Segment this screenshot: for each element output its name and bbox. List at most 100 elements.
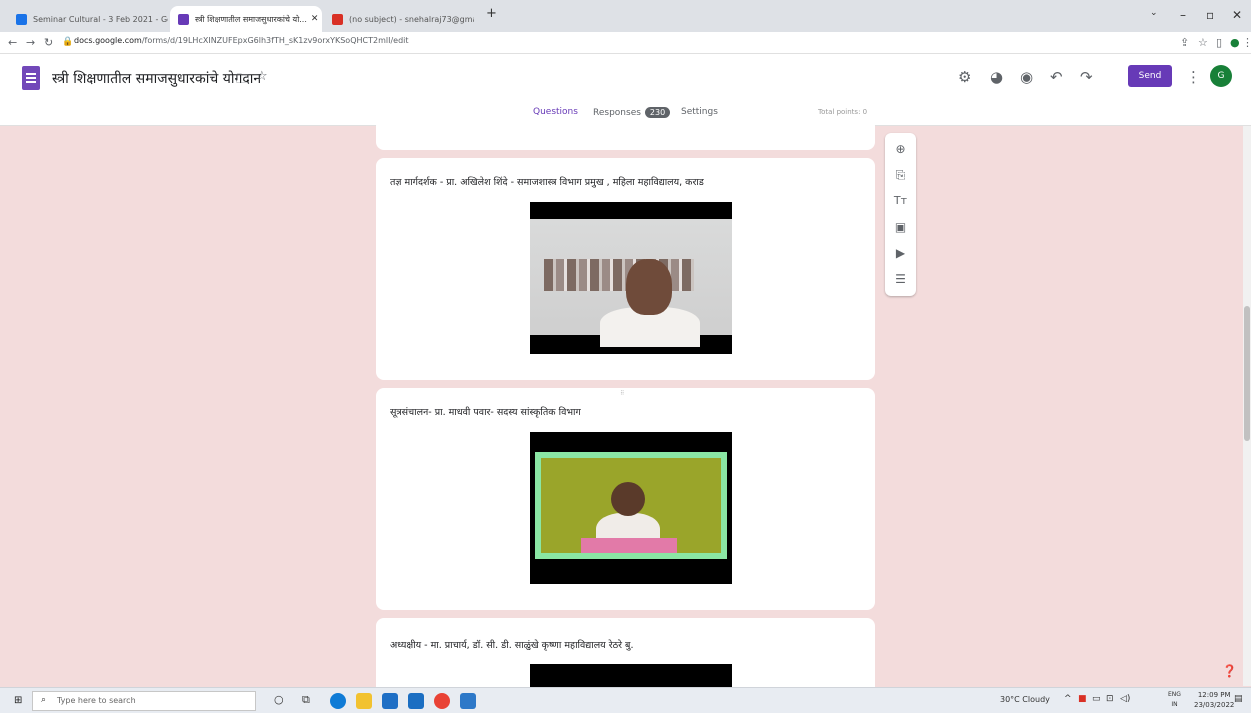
forms-icon	[178, 13, 189, 25]
taskbar-search-input[interactable]: ⌕ Type here to search	[32, 691, 256, 711]
tab-title: स्त्री शिक्षणातील समाजसुधारकांचे यो...	[195, 14, 307, 24]
avatar[interactable]: G	[1210, 65, 1232, 87]
video-frame	[530, 219, 732, 347]
edge-icon[interactable]	[330, 693, 346, 709]
google-forms-icon[interactable]	[22, 66, 40, 90]
share-icon[interactable]: ⇪	[1180, 36, 1189, 49]
tab-title: (no subject) - snehalraj73@gmai...	[349, 14, 474, 24]
add-video-icon[interactable]: ▶	[885, 246, 916, 260]
lang-region: IN	[1171, 701, 1178, 708]
windows-start-icon[interactable]: ⊞	[14, 695, 22, 706]
forward-icon[interactable]: →	[26, 36, 35, 49]
add-question-icon[interactable]: ⊕	[885, 142, 916, 156]
card-title: सूत्रसंचालन- प्रा. माधवी पवार- सदस्य सां…	[390, 407, 581, 418]
browser-tab-strip: Seminar Cultural - 3 Feb 2021 - Go... ✕ …	[0, 0, 1251, 32]
search-icon: ⌕	[41, 695, 47, 705]
windows-taskbar: ⊞ ⌕ Type here to search ○ ⧉ 30°C Cloudy …	[0, 687, 1251, 713]
profile-icon[interactable]: ●	[1230, 36, 1240, 49]
redo-icon[interactable]: ↷	[1080, 68, 1093, 86]
app-l-icon[interactable]	[408, 693, 424, 709]
help-icon[interactable]: ❓	[1222, 664, 1237, 678]
url-field[interactable]: docs.google.com/forms/d/19LHcXINZUFEpxG6…	[74, 36, 409, 45]
send-button[interactable]: Send	[1128, 65, 1172, 87]
scrollbar[interactable]	[1243, 126, 1251, 686]
bookmark-star-icon[interactable]: ☆	[1198, 36, 1208, 49]
file-explorer-icon[interactable]	[356, 693, 372, 709]
back-icon[interactable]: ←	[8, 36, 17, 49]
addon-icon[interactable]: ⚙	[958, 68, 971, 86]
clock[interactable]: 12:09 PM 23/03/2022	[1194, 690, 1234, 710]
address-bar: ← → ↻ 🔒 docs.google.com/forms/d/19LHcXIN…	[0, 32, 1251, 54]
maximize-icon[interactable]: ▫	[1206, 8, 1214, 22]
store-icon[interactable]	[382, 693, 398, 709]
lock-icon: 🔒	[62, 37, 74, 47]
video-thumbnail[interactable]	[530, 432, 732, 584]
browser-tab-gmail[interactable]: (no subject) - snehalraj73@gmai... ✕	[324, 6, 474, 32]
task-view-icon[interactable]: ⧉	[302, 693, 310, 707]
notifications-icon[interactable]: ▤	[1234, 694, 1243, 704]
sidebar-icon[interactable]: ▯	[1216, 36, 1222, 49]
undo-icon[interactable]: ↶	[1050, 68, 1063, 86]
total-points: Total points: 0	[818, 108, 868, 116]
star-icon[interactable]: ☆	[256, 69, 268, 84]
form-title[interactable]: स्त्री शिक्षणातील समाजसुधारकांचे योगदान	[52, 69, 261, 88]
folder-icon[interactable]: 🗀	[236, 70, 249, 92]
tab-questions[interactable]: Questions	[533, 107, 578, 117]
speaker-head	[626, 259, 672, 315]
drive-icon	[16, 13, 27, 25]
reload-icon[interactable]: ↻	[44, 36, 53, 49]
form-header: स्त्री शिक्षणातील समाजसुधारकांचे योगदान …	[0, 54, 1251, 126]
volume-icon[interactable]: ◁)	[1120, 694, 1130, 704]
weather-widget[interactable]: 30°C Cloudy	[1000, 695, 1050, 704]
chevron-up-icon[interactable]: ^	[1064, 694, 1072, 704]
language-indicator[interactable]: ENG IN	[1168, 690, 1181, 710]
video-thumbnail[interactable]	[530, 202, 732, 354]
card-title: अध्यक्षीय - मा. प्राचार्य, डॉ. सी. डी. स…	[390, 640, 634, 651]
preview-eye-icon[interactable]: ◉	[1020, 68, 1033, 86]
clock-time: 12:09 PM	[1197, 691, 1231, 699]
form-side-toolbar: ⊕ ⎘ Tт ▣ ▶ ☰	[885, 133, 916, 296]
add-section-icon[interactable]: ☰	[885, 272, 916, 286]
url-path: /forms/d/19LHcXINZUFEpxG6lh3fTH_sK1zv9or…	[141, 36, 409, 45]
tab-responses-label: Responses	[593, 108, 641, 118]
url-domain: docs.google.com	[74, 36, 142, 45]
form-card-video-1[interactable]: तज्ञ मार्गदर्शक - प्रा. अखिलेश शिंदे - स…	[376, 158, 875, 380]
chrome-icon[interactable]	[434, 693, 450, 709]
responses-count-badge: 230	[644, 107, 671, 118]
lang-code: ENG	[1168, 691, 1181, 698]
close-icon[interactable]: ✕	[307, 14, 319, 24]
close-window-icon[interactable]: ✕	[1232, 8, 1242, 22]
add-title-icon[interactable]: Tт	[885, 194, 916, 207]
clock-date: 23/03/2022	[1194, 701, 1235, 709]
antivirus-icon[interactable]: ■	[1078, 694, 1087, 704]
scrollbar-thumb[interactable]	[1244, 306, 1250, 441]
palette-icon[interactable]: ◕	[990, 68, 1003, 86]
tab-settings[interactable]: Settings	[681, 107, 718, 117]
video-background	[541, 458, 721, 553]
tab-search-icon[interactable]: ⌄	[1150, 8, 1158, 18]
drag-handle-icon[interactable]: ⠿	[620, 390, 624, 397]
gmail-icon	[332, 13, 343, 25]
card-title: तज्ञ मार्गदर्शक - प्रा. अखिलेश शिंदे - स…	[390, 177, 704, 188]
cortana-icon[interactable]: ○	[274, 693, 284, 706]
browser-tab-form[interactable]: स्त्री शिक्षणातील समाजसुधारकांचे यो... ✕	[170, 6, 322, 32]
menu-dots-icon[interactable]: ⋮	[1242, 36, 1251, 49]
network-icon[interactable]: ⊡	[1106, 694, 1114, 704]
photos-icon[interactable]	[460, 693, 476, 709]
battery-icon[interactable]: ▭	[1092, 694, 1101, 704]
tab-responses[interactable]: Responses 230	[593, 107, 671, 118]
more-options-icon[interactable]: ⋮	[1186, 68, 1201, 86]
browser-tab-seminar[interactable]: Seminar Cultural - 3 Feb 2021 - Go... ✕	[8, 6, 168, 32]
form-card-video-3[interactable]: अध्यक्षीय - मा. प्राचार्य, डॉ. सी. डी. स…	[376, 618, 875, 698]
add-image-icon[interactable]: ▣	[885, 220, 916, 234]
speaker-table	[581, 538, 677, 553]
minimize-icon[interactable]: –	[1180, 8, 1186, 22]
form-card-video-2[interactable]: ⠿ सूत्रसंचालन- प्रा. माधवी पवार- सदस्य स…	[376, 388, 875, 610]
import-questions-icon[interactable]: ⎘	[885, 168, 916, 183]
tab-title: Seminar Cultural - 3 Feb 2021 - Go...	[33, 14, 168, 24]
video-frame	[535, 452, 727, 559]
new-tab-button[interactable]: +	[486, 6, 497, 21]
speaker-head	[611, 482, 645, 516]
search-placeholder: Type here to search	[57, 696, 136, 705]
form-card-previous[interactable]	[376, 118, 875, 150]
